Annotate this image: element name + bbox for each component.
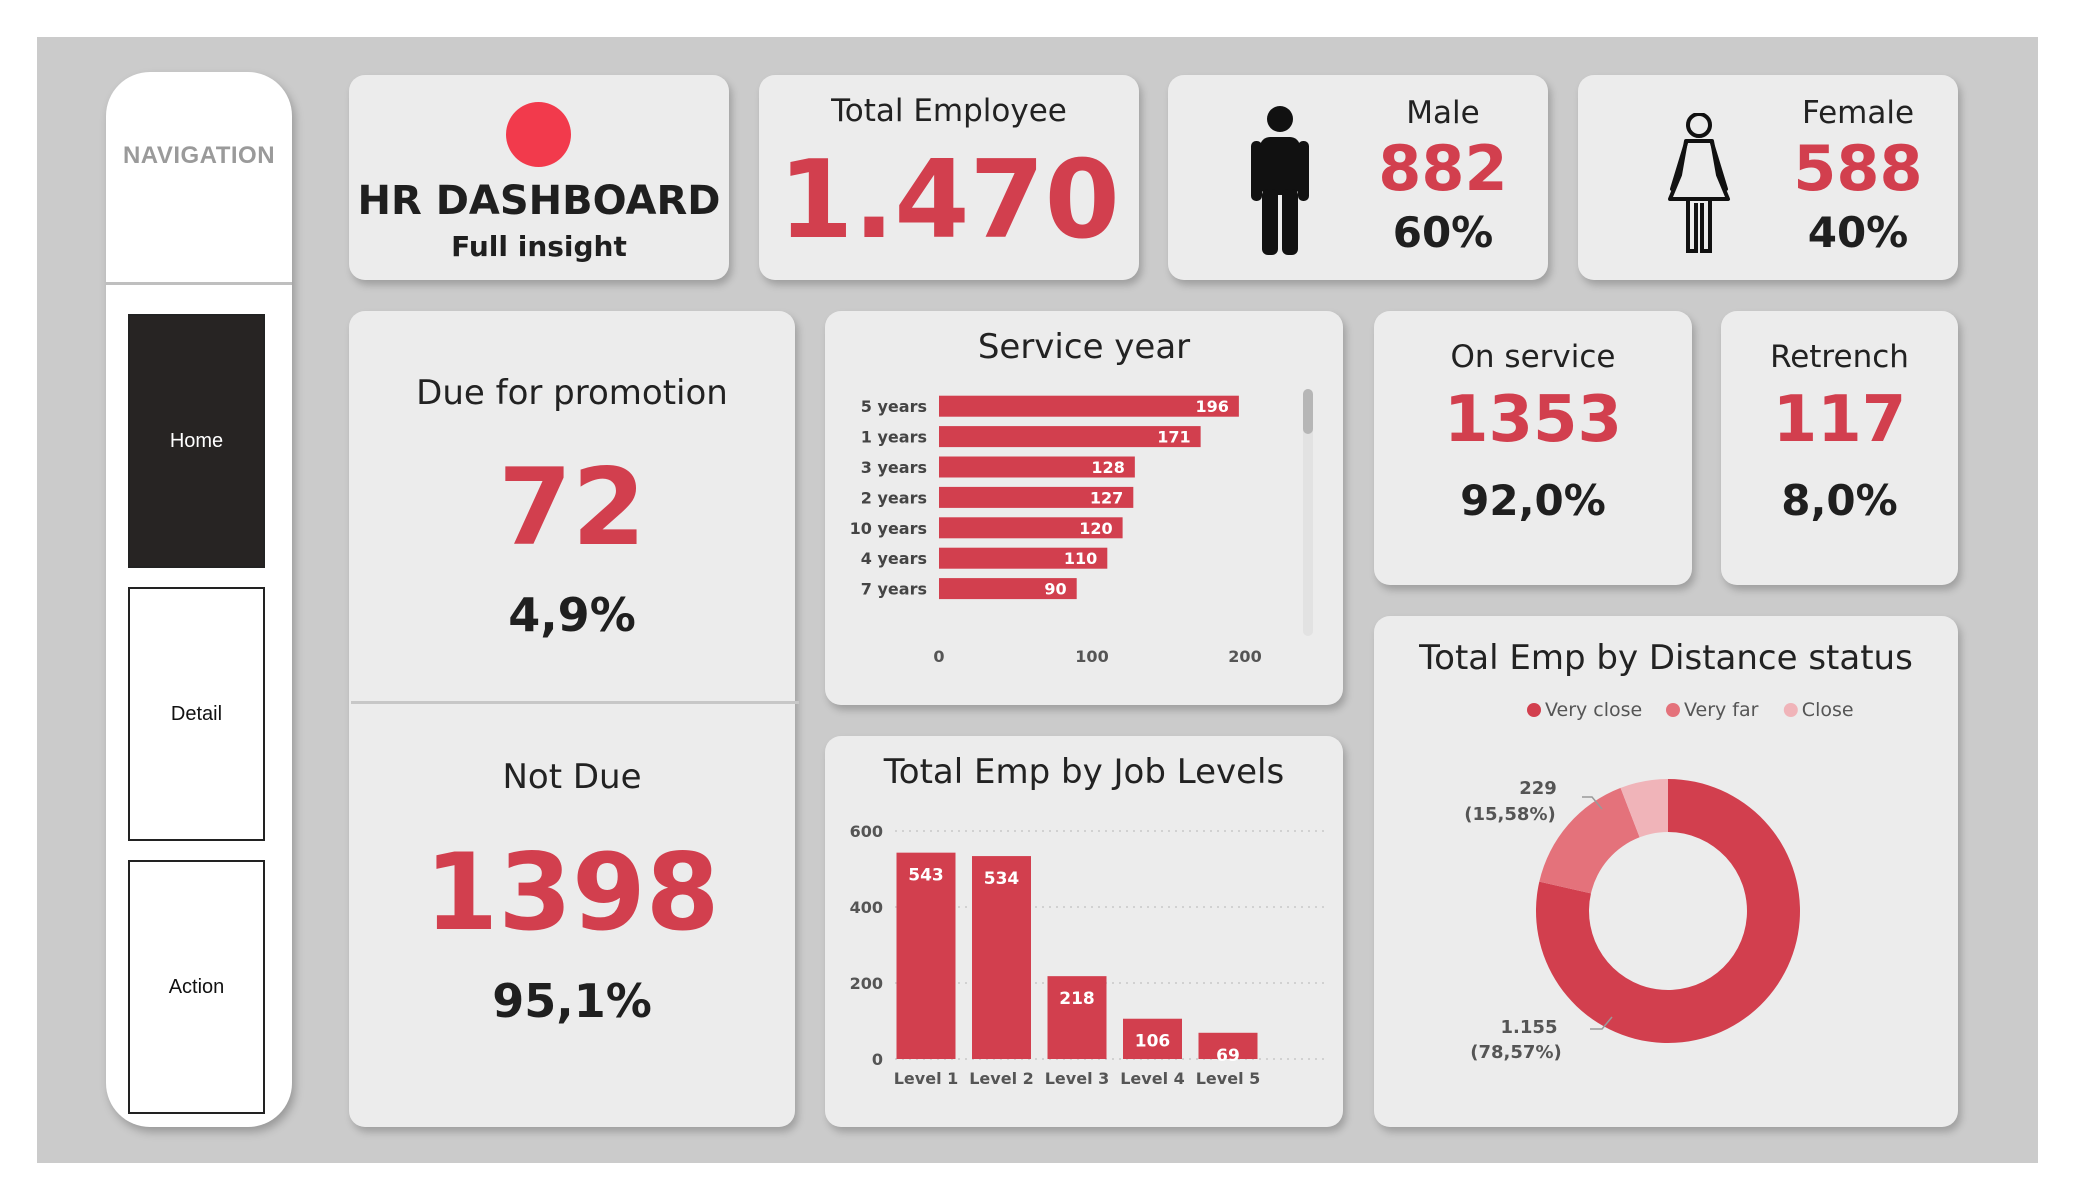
male-count: 882: [1378, 132, 1508, 205]
job-level-value-label: 543: [908, 866, 944, 886]
slice-percent-label: (78,57%): [1470, 1042, 1561, 1063]
service-year-value-label: 110: [1064, 549, 1097, 568]
male-icon: [1251, 106, 1309, 255]
due-promotion-percent: 4,9%: [508, 588, 636, 642]
on-service-card: On service 1353 92,0%: [1374, 311, 1692, 585]
job-level-category-label: Level 2: [969, 1069, 1034, 1088]
female-count: 588: [1793, 132, 1923, 205]
female-card: Female 588 40%: [1578, 75, 1958, 280]
navigation-panel: NAVIGATION Home Detail Action: [106, 72, 292, 1127]
service-year-x-tick: 200: [1228, 647, 1261, 666]
nav-action-label: Action: [168, 975, 225, 998]
job-level-category-label: Level 5: [1196, 1069, 1261, 1088]
navigation-divider: [106, 282, 292, 285]
service-year-bar: [939, 395, 1239, 417]
job-levels-y-tick: 400: [850, 898, 883, 917]
service-year-category-label: 5 years: [861, 397, 927, 416]
nav-detail-button[interactable]: Detail: [128, 587, 265, 841]
job-level-value-label: 534: [984, 869, 1020, 889]
navigation-title: NAVIGATION: [122, 142, 276, 169]
not-due-percent: 95,1%: [492, 974, 652, 1028]
slice-value-label: 229: [1519, 778, 1557, 799]
job-level-category-label: Level 1: [894, 1069, 959, 1088]
dashboard-background: NAVIGATION Home Detail Action HR DASHBOA…: [37, 37, 2038, 1163]
service-year-x-tick: 100: [1075, 647, 1108, 666]
legend-marker: [1666, 703, 1680, 717]
slice-value-label: 1.155: [1501, 1017, 1558, 1038]
due-promotion-value: 72: [498, 446, 646, 569]
male-percent: 60%: [1392, 208, 1494, 257]
dashboard-subtitle: Full insight: [451, 230, 627, 263]
due-promotion-label: Due for promotion: [416, 373, 728, 413]
service-year-value-label: 90: [1044, 580, 1066, 599]
not-due-label: Not Due: [502, 757, 642, 797]
legend-label: Very far: [1684, 699, 1759, 721]
service-year-category-label: 1 years: [861, 428, 927, 447]
chart-scrollbar-thumb[interactable]: [1303, 389, 1313, 434]
service-year-category-label: 4 years: [861, 549, 927, 568]
legend-label: Close: [1802, 699, 1854, 721]
legend-label: Very close: [1545, 699, 1642, 721]
retrench-value: 117: [1772, 383, 1907, 457]
service-year-value-label: 120: [1079, 519, 1112, 538]
female-percent: 40%: [1807, 208, 1909, 257]
service-year-value-label: 127: [1090, 488, 1123, 507]
chart-scrollbar-track[interactable]: [1303, 389, 1313, 636]
promotion-divider: [351, 701, 799, 704]
service-year-category-label: 10 years: [850, 519, 927, 538]
job-level-value-label: 106: [1135, 1032, 1171, 1052]
legend-marker: [1527, 703, 1541, 717]
job-level-category-label: Level 3: [1045, 1069, 1110, 1088]
job-levels-card: Total Emp by Job Levels 0 200 400 600 543 Lev…: [825, 736, 1343, 1127]
nav-action-button[interactable]: Action: [128, 860, 265, 1114]
nav-home-button[interactable]: Home: [128, 314, 265, 568]
dashboard-title: HR DASHBOARD: [357, 178, 721, 224]
job-level-value-label: 69: [1216, 1046, 1240, 1066]
title-card: HR DASHBOARD Full insight: [349, 75, 729, 280]
female-label: Female: [1801, 95, 1915, 131]
total-employee-label: Total Employee: [831, 93, 1067, 129]
retrench-label: Retrench: [1770, 339, 1909, 375]
female-icon: [1668, 113, 1730, 253]
total-employee-value: 1.470: [778, 138, 1120, 263]
retrench-percent: 8,0%: [1781, 476, 1898, 525]
slice-percent-label: (15,58%): [1464, 804, 1555, 825]
service-year-value-label: 196: [1195, 397, 1228, 416]
job-levels-y-tick: 0: [872, 1050, 883, 1069]
legend-marker: [1783, 703, 1798, 717]
service-year-x-tick: 0: [933, 647, 944, 666]
male-card: Male 882 60%: [1168, 75, 1548, 280]
promotion-card: Due for promotion 72 4,9% Not Due 1398 9…: [349, 311, 799, 1127]
job-levels-chart: 0 200 400 600 543 Level 1 534 Level 2 218 Level 3…: [850, 822, 1325, 1088]
on-service-label: On service: [1450, 339, 1616, 375]
job-levels-y-tick: 600: [850, 822, 883, 841]
service-year-category-label: 7 years: [861, 580, 927, 599]
logo-dot: [506, 102, 571, 167]
job-levels-y-tick: 200: [850, 974, 883, 993]
male-label: Male: [1406, 95, 1480, 131]
retrench-card: Retrench 117 8,0%: [1721, 311, 1958, 585]
distance-chart: Very close Very far Close 229 (15,58%) 1.155 (…: [1464, 699, 1854, 1063]
service-year-card: Service year 5 years 196 1 years 171 3 years…: [825, 311, 1343, 705]
service-year-category-label: 2 years: [861, 488, 927, 507]
service-year-category-label: 3 years: [861, 458, 927, 477]
job-level-value-label: 218: [1059, 989, 1095, 1009]
nav-detail-label: Detail: [170, 702, 223, 725]
total-employee-card: Total Employee 1.470: [759, 75, 1139, 280]
nav-home-label: Home: [169, 429, 224, 452]
distance-card: Total Emp by Distance status Very close V…: [1374, 616, 1958, 1127]
service-year-value-label: 128: [1091, 458, 1124, 477]
job-level-category-label: Level 4: [1120, 1069, 1185, 1088]
on-service-value: 1353: [1443, 383, 1623, 457]
not-due-value: 1398: [424, 831, 720, 954]
service-year-chart: 5 years 196 1 years 171 3 years 128 2 years 127…: [850, 395, 1262, 666]
on-service-percent: 92,0%: [1460, 476, 1606, 525]
service-year-value-label: 171: [1157, 428, 1190, 447]
